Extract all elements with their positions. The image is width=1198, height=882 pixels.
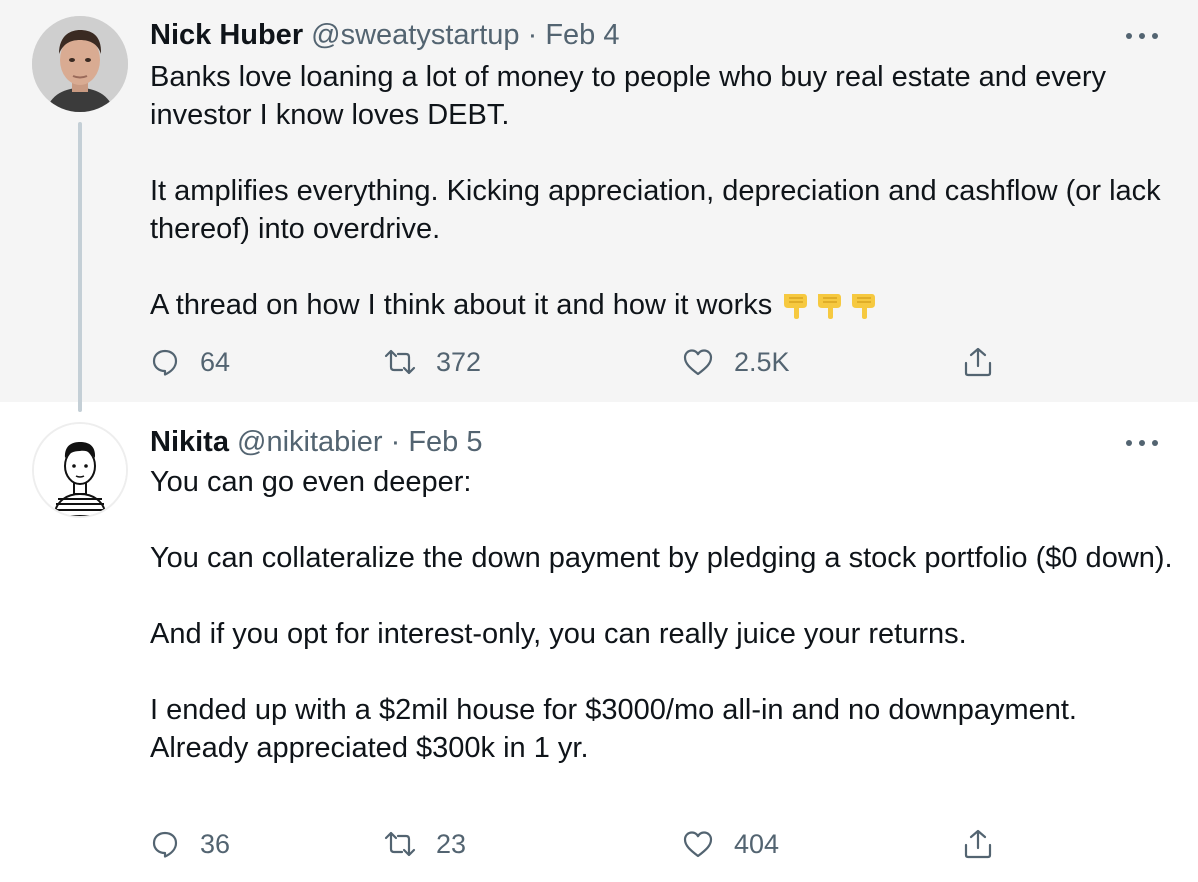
tweet-paragraph: And if you opt for interest-only, you ca…	[150, 618, 967, 650]
reply-button[interactable]: 36	[150, 824, 230, 864]
tweet-date[interactable]: Feb 5	[408, 426, 482, 458]
pointing-down-emoji-icon	[814, 290, 844, 330]
tweet-nick-huber[interactable]: Nick Huber @sweatystartup · Feb 4 Banks …	[0, 0, 1198, 402]
reply-icon	[150, 347, 180, 377]
tweet-paragraph: Banks love loaning a lot of money to peo…	[150, 61, 1106, 131]
pointing-down-emoji-icon	[848, 290, 878, 330]
thread-connector-line	[78, 122, 82, 412]
reply-icon	[150, 829, 180, 859]
reply-count: 36	[200, 828, 231, 859]
tweet-date[interactable]: Feb 4	[545, 19, 619, 51]
like-button[interactable]: 2.5K	[682, 342, 790, 382]
avatar[interactable]	[32, 422, 128, 518]
retweet-button[interactable]: 372	[384, 342, 481, 382]
tweet-paragraph: A thread on how I think about it and how…	[150, 289, 773, 321]
tweet-paragraph: It amplifies everything. Kicking appreci…	[150, 175, 1161, 245]
tweet-actions: 36 23 404	[150, 824, 1010, 864]
tweet-text: You can go even deeper: You can collater…	[150, 463, 1180, 767]
like-count: 404	[734, 828, 780, 859]
avatar[interactable]	[32, 16, 128, 112]
heart-icon	[682, 829, 714, 859]
more-icon[interactable]	[1126, 438, 1158, 448]
tweet-paragraph-last: A thread on how I think about it and how…	[150, 286, 1180, 330]
share-icon	[962, 346, 994, 378]
tweet-header: Nikita @nikitabier · Feb 5	[150, 424, 483, 460]
retweet-icon	[384, 347, 416, 377]
retweet-count: 372	[436, 346, 482, 377]
share-icon	[962, 828, 994, 860]
retweet-count: 23	[436, 828, 467, 859]
reply-button[interactable]: 64	[150, 342, 230, 382]
more-icon[interactable]	[1126, 31, 1158, 41]
author-name[interactable]: Nikita	[150, 426, 229, 458]
author-handle[interactable]: @sweatystartup	[311, 19, 519, 51]
tweet-paragraph: You can go even deeper:	[150, 466, 472, 498]
separator: ·	[527, 19, 538, 51]
tweet-actions: 64 372 2.5K	[150, 342, 1010, 382]
separator: ·	[390, 426, 401, 458]
retweet-button[interactable]: 23	[384, 824, 466, 864]
tweet-paragraph: I ended up with a $2mil house for $3000/…	[150, 694, 1077, 764]
like-button[interactable]: 404	[682, 824, 779, 864]
author-handle[interactable]: @nikitabier	[237, 426, 383, 458]
retweet-icon	[384, 829, 416, 859]
like-count: 2.5K	[734, 346, 790, 377]
tweet-header: Nick Huber @sweatystartup · Feb 4	[150, 17, 620, 53]
pointing-down-emoji-icon	[780, 290, 810, 330]
author-name[interactable]: Nick Huber	[150, 19, 303, 51]
share-button[interactable]	[962, 824, 994, 864]
reply-count: 64	[200, 346, 231, 377]
tweet-text: Banks love loaning a lot of money to peo…	[150, 58, 1180, 330]
tweet-nikita[interactable]: Nikita @nikitabier · Feb 5 You can go ev…	[0, 402, 1198, 882]
tweet-paragraph: You can collateralize the down payment b…	[150, 542, 1173, 574]
heart-icon	[682, 347, 714, 377]
share-button[interactable]	[962, 342, 994, 382]
